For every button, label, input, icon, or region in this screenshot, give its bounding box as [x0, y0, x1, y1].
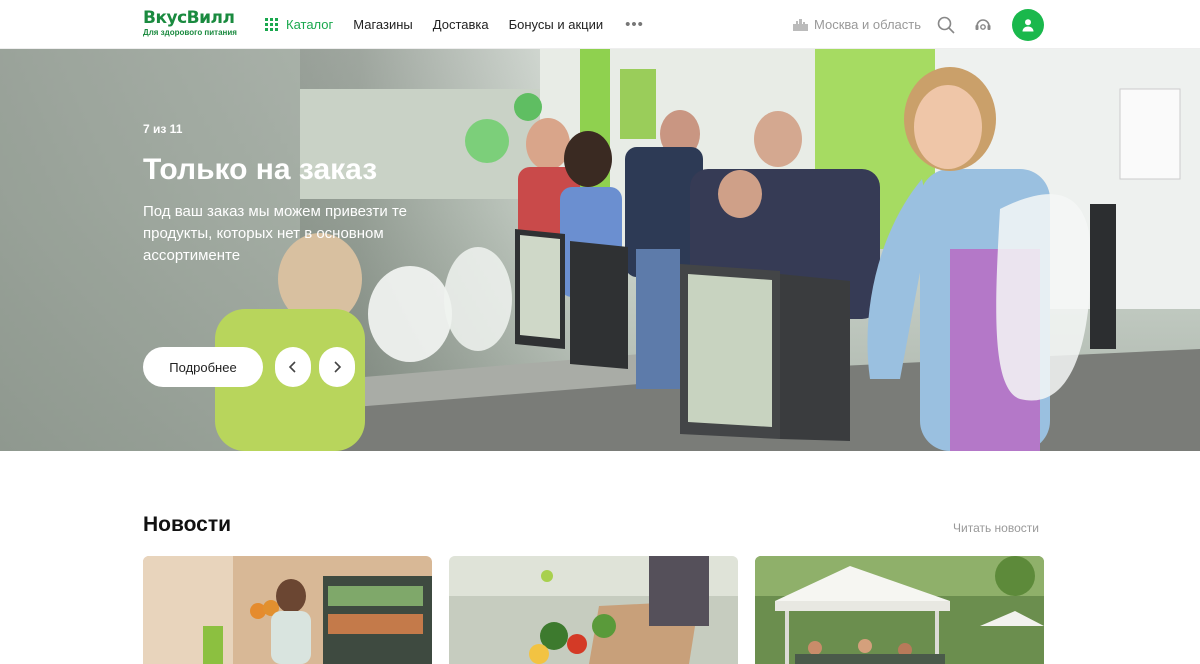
- city-icon: [793, 19, 808, 31]
- nav-item-label: Каталог: [286, 17, 334, 32]
- nav-item-delivery[interactable]: Доставка: [433, 17, 489, 32]
- more-button[interactable]: Подробнее: [143, 347, 263, 387]
- site-header: ВкусВилл Для здорового питания Каталог М…: [0, 0, 1200, 49]
- read-news-link[interactable]: Читать новости: [953, 521, 1039, 535]
- grid-icon: [265, 18, 278, 31]
- nav-item-bonuses[interactable]: Бонусы и акции: [509, 17, 604, 32]
- chevron-right-icon[interactable]: [319, 347, 355, 387]
- user-icon[interactable]: [1012, 9, 1044, 41]
- news-card[interactable]: [755, 556, 1044, 664]
- logo-name: ВкусВилл: [143, 8, 235, 28]
- more-dots-icon[interactable]: •••: [625, 16, 644, 33]
- news-card-image: [143, 556, 432, 664]
- main-nav: Каталог Магазины Доставка Бонусы и акции…: [265, 0, 664, 49]
- hero-description: Под ваш заказ мы можем привезти те проду…: [143, 203, 407, 264]
- support-icon[interactable]: [973, 15, 993, 35]
- news-card-image: [449, 556, 738, 664]
- nav-item-label: Бонусы и акции: [508, 17, 604, 32]
- hero-text-block: 7 из 11 Только на заказ Под ваш заказ мы…: [143, 122, 453, 267]
- logo[interactable]: ВкусВилл Для здорового питания: [143, 9, 237, 41]
- news-card-image: [755, 556, 1044, 664]
- news-section-title: Новости: [143, 513, 232, 536]
- news-card[interactable]: [449, 556, 738, 664]
- hero-banner: 7 из 11 Только на заказ Под ваш заказ мы…: [0, 49, 1200, 451]
- slide-counter: 7 из 11: [143, 122, 183, 136]
- nav-item-stores[interactable]: Магазины: [353, 17, 413, 32]
- hero-title: Только на заказ: [143, 153, 378, 186]
- search-icon[interactable]: [936, 15, 956, 35]
- region-label: Москва и область: [814, 17, 922, 32]
- chevron-left-icon[interactable]: [275, 347, 311, 387]
- nav-item-catalog[interactable]: Каталог: [265, 17, 333, 32]
- nav-item-label: Доставка: [432, 17, 489, 32]
- region-selector[interactable]: Москва и область: [792, 17, 921, 32]
- news-card[interactable]: [143, 556, 432, 664]
- logo-tagline: Для здорового питания: [143, 28, 237, 37]
- nav-item-label: Магазины: [353, 17, 413, 32]
